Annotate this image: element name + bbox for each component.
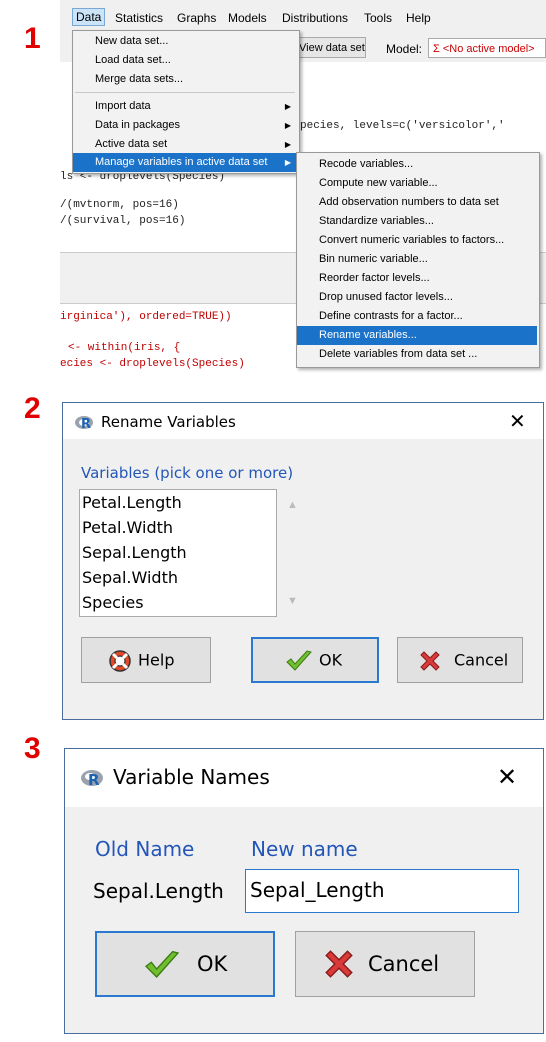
cancel-button[interactable]: Cancel [295, 931, 475, 997]
menu-models[interactable]: Models [225, 10, 270, 26]
menu-item-bin-numeric-variable[interactable]: Bin numeric variable... [297, 250, 537, 269]
output-line: ecies <- droplevels(Species) [60, 358, 245, 370]
scroll-up-arrow-icon[interactable]: ▲ [287, 499, 298, 511]
new-name-input[interactable]: Sepal_Length [245, 869, 519, 913]
view-data-set-button[interactable]: View data set [294, 37, 366, 58]
list-item[interactable]: Petal.Width [82, 518, 173, 537]
menu-item-load-data-set[interactable]: Load data set... [73, 51, 297, 70]
cancel-x-icon [325, 950, 353, 978]
dialog-title-bar: R Rename Variables ✕ [63, 403, 543, 439]
menu-item-manage-variables[interactable]: Manage variables in active data set ▶ [73, 153, 297, 172]
menu-item-label: Active data set [95, 138, 168, 150]
menu-tools[interactable]: Tools [361, 10, 395, 26]
menu-item-drop-unused-factor-levels[interactable]: Drop unused factor levels... [297, 288, 537, 307]
list-item[interactable]: Sepal.Width [82, 568, 178, 587]
r-logo-icon: R [75, 416, 97, 432]
menu-item-label: Manage variables in active data set [95, 156, 268, 168]
submenu-arrow-icon: ▶ [284, 158, 291, 167]
old-name-value: Sepal.Length [93, 879, 224, 903]
cancel-button[interactable]: Cancel [397, 637, 523, 683]
active-model-field[interactable]: Σ <No active model> [428, 38, 546, 58]
menu-item-compute-new-variable[interactable]: Compute new variable... [297, 174, 537, 193]
menu-item-rename-variables[interactable]: Rename variables... [297, 326, 537, 345]
checkmark-icon [144, 950, 180, 978]
menu-bar: Data Statistics Graphs Models Distributi… [60, 0, 546, 32]
menu-item-reorder-factor-levels[interactable]: Reorder factor levels... [297, 269, 537, 288]
close-icon[interactable]: ✕ [497, 763, 517, 791]
menu-item-recode-variables[interactable]: Recode variables... [297, 155, 537, 174]
cancel-label: Cancel [454, 650, 509, 670]
new-name-header: New name [251, 837, 358, 861]
menu-separator [75, 92, 295, 93]
menu-item-data-in-packages[interactable]: Data in packages ▶ [73, 116, 297, 135]
variable-names-dialog: R Variable Names ✕ Old Name New name Sep… [64, 748, 544, 1034]
script-line: pecies, levels=c('versicolor',' [300, 120, 505, 132]
close-icon[interactable]: ✕ [509, 409, 526, 433]
dialog-title: Rename Variables [101, 413, 236, 431]
menu-item-label: Import data [95, 100, 151, 112]
ok-label: OK [319, 650, 343, 670]
new-name-value: Sepal_Length [250, 878, 385, 902]
menu-item-label: Data in packages [95, 119, 180, 131]
ok-button[interactable]: OK [251, 637, 379, 683]
dialog-title: Variable Names [113, 765, 270, 789]
step-number-2: 2 [24, 392, 41, 425]
script-line: /(survival, pos=16) [60, 215, 186, 227]
lifebuoy-icon [109, 650, 131, 672]
menu-item-define-contrasts[interactable]: Define contrasts for a factor... [297, 307, 537, 326]
variables-list-label: Variables (pick one or more) [81, 464, 294, 482]
menu-help[interactable]: Help [403, 10, 434, 26]
data-menu: New data set... Load data set... Merge d… [72, 30, 300, 174]
step-number-1: 1 [24, 22, 41, 55]
output-line: irginica'), ordered=TRUE)) [60, 311, 232, 323]
menu-item-delete-variables[interactable]: Delete variables from data set ... [297, 345, 537, 364]
scroll-down-arrow-icon[interactable]: ▼ [287, 595, 298, 607]
menu-item-active-data-set[interactable]: Active data set ▶ [73, 135, 297, 154]
manage-variables-submenu: Recode variables... Compute new variable… [296, 152, 540, 368]
checkmark-icon [286, 650, 312, 671]
dialog-title-bar: R Variable Names ✕ [65, 749, 543, 807]
list-item[interactable]: Petal.Length [82, 493, 182, 512]
r-logo-icon: R [81, 770, 103, 789]
variables-listbox[interactable]: Petal.Length Petal.Width Sepal.Length Se… [79, 489, 277, 617]
help-label: Help [138, 650, 175, 670]
menu-item-merge-data-sets[interactable]: Merge data sets... [73, 70, 297, 89]
menu-item-import-data[interactable]: Import data ▶ [73, 97, 297, 116]
menu-item-standardize-variables[interactable]: Standardize variables... [297, 212, 537, 231]
menu-item-new-data-set[interactable]: New data set... [73, 32, 297, 51]
submenu-arrow-icon: ▶ [284, 121, 291, 130]
ok-button[interactable]: OK [95, 931, 275, 997]
menu-statistics[interactable]: Statistics [112, 10, 166, 26]
list-item[interactable]: Species [82, 593, 144, 612]
menu-graphs[interactable]: Graphs [174, 10, 219, 26]
model-label: Model: [386, 42, 423, 56]
old-name-header: Old Name [95, 837, 195, 861]
help-button[interactable]: Help [81, 637, 211, 683]
ok-label: OK [197, 952, 228, 976]
menu-distributions[interactable]: Distributions [279, 10, 351, 26]
rcmdr-window: Data Statistics Graphs Models Distributi… [60, 0, 546, 380]
script-line: /(mvtnorm, pos=16) [60, 199, 179, 211]
menu-data[interactable]: Data [72, 8, 106, 26]
rename-variables-dialog: R Rename Variables ✕ Variables (pick one… [62, 402, 544, 720]
cancel-label: Cancel [368, 952, 440, 976]
menu-item-convert-numeric-to-factors[interactable]: Convert numeric variables to factors... [297, 231, 537, 250]
submenu-arrow-icon: ▶ [284, 102, 291, 111]
menu-item-add-observation-numbers[interactable]: Add observation numbers to data set [297, 193, 537, 212]
output-line: <- within(iris, { [68, 342, 181, 354]
step-number-3: 3 [24, 732, 41, 765]
submenu-arrow-icon: ▶ [284, 140, 291, 149]
list-item[interactable]: Sepal.Length [82, 543, 187, 562]
cancel-x-icon [420, 651, 440, 671]
